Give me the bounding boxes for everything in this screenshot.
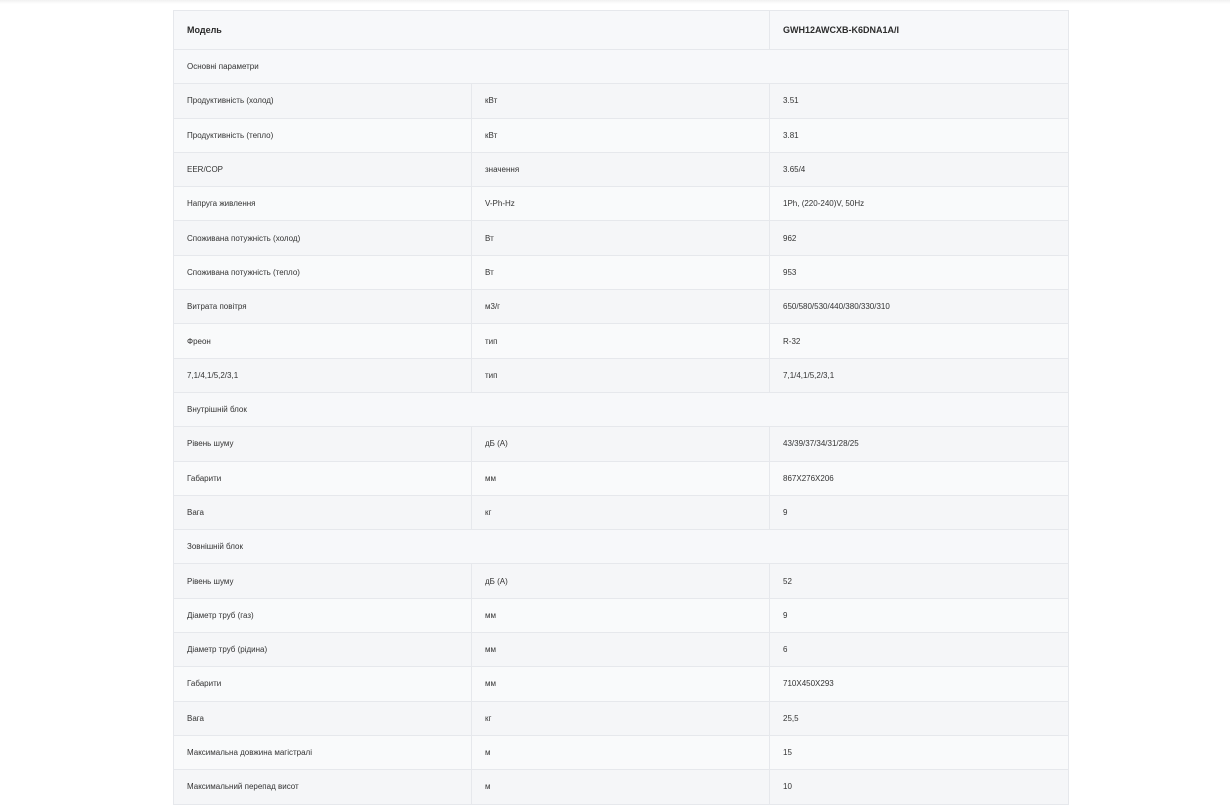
table-row: Максимальний перепад висот м 10 (173, 769, 1070, 805)
table-row: EER/COP значення 3.65/4 (173, 151, 1070, 188)
table-row: Рівень шуму дБ (А) 52 (173, 563, 1070, 599)
unit-cell: мм (470, 666, 771, 702)
parameter-cell: Максимальна довжина магістралі (173, 734, 472, 771)
value-cell: 3.51 (769, 83, 1070, 119)
parameter-cell: Фреон (173, 323, 472, 359)
section-row: Внутрішній блок (172, 391, 1070, 428)
table-row: Продуктивність (тепло) кВт 3.81 (173, 117, 1070, 153)
value-cell: 43/39/37/34/31/28/25 (769, 426, 1070, 462)
unit-cell: м (470, 769, 771, 805)
unit-cell: кг (470, 700, 771, 736)
value-cell: 962 (769, 220, 1070, 256)
parameter-cell: Габарити (173, 460, 472, 496)
unit-cell: кг (470, 494, 771, 531)
unit-cell: V-Ph-Hz (470, 186, 771, 222)
value-cell: 10 (769, 769, 1070, 805)
table-row: Витрата повітря м3/г 650/580/530/440/380/3… (173, 289, 1070, 325)
parameter-cell: Вага (173, 700, 472, 736)
value-cell: 650/580/530/440/380/330/310 (769, 289, 1070, 325)
parameter-cell: Рівень шуму (173, 426, 472, 462)
parameter-cell: Споживана потужність (холод) (173, 220, 472, 256)
section-row: Зовнішній блок (172, 529, 1070, 565)
table-row: Рівень шуму дБ (А) 43/39/37/34/31/28/25 (173, 426, 1070, 462)
section-row: Основні параметри (172, 48, 1070, 85)
value-cell: 9 (769, 494, 1070, 531)
parameter-cell: Продуктивність (холод) (173, 83, 472, 119)
table-row: Напруга живлення V-Ph-Hz 1Ph, (220-240)V, … (173, 186, 1070, 222)
specifications-table-body: Модель GWH12AWCXB-K6DNA1A/I Основні пара… (172, 10, 1070, 805)
unit-cell: м (470, 734, 771, 771)
table-row: Габарити мм 710X450X293 (173, 666, 1070, 702)
table-row: Діаметр труб (газ) мм 9 (173, 597, 1070, 634)
value-cell: 3.81 (769, 117, 1070, 153)
value-cell: 710X450X293 (769, 666, 1070, 702)
unit-cell: мм (470, 597, 771, 634)
parameter-cell: Діаметр труб (рідина) (173, 632, 472, 668)
unit-cell: Вт (470, 254, 771, 291)
parameter-cell: Споживана потужність (тепло) (173, 254, 472, 291)
unit-cell: дБ (А) (470, 563, 771, 599)
table-row: Споживана потужність (холод) Вт 962 (173, 220, 1070, 256)
table-row: 7,1/4,1/5,2/3,1 тип 7,1/4,1/5,2/3,1 (173, 357, 1070, 393)
value-cell: 3.65/4 (769, 151, 1070, 188)
unit-cell: мм (470, 460, 771, 496)
table-row: Фреон тип R-32 (173, 323, 1070, 359)
value-cell: 15 (769, 734, 1070, 771)
value-cell: 6 (769, 632, 1070, 668)
parameter-cell: EER/COP (173, 151, 472, 188)
parameter-cell: Діаметр труб (газ) (173, 597, 472, 634)
specifications-table: Модель GWH12AWCXB-K6DNA1A/I Основні пара… (172, 10, 1070, 805)
value-cell: 7,1/4,1/5,2/3,1 (769, 357, 1070, 393)
value-cell: 9 (769, 597, 1070, 634)
model-value: GWH12AWCXB-K6DNA1A/I (769, 10, 1070, 50)
value-cell: 867X276X206 (769, 460, 1070, 496)
unit-cell: кВт (470, 83, 771, 119)
table-row: Діаметр труб (рідина) мм 6 (173, 632, 1070, 668)
parameter-cell: Вага (173, 494, 472, 531)
unit-cell: тип (470, 357, 771, 393)
unit-cell: кВт (470, 117, 771, 153)
parameter-cell: Максимальний перепад висот (173, 769, 472, 805)
parameter-cell: Витрата повітря (173, 289, 472, 325)
value-cell: 52 (769, 563, 1070, 599)
table-row: Продуктивність (холод) кВт 3.51 (173, 83, 1070, 119)
parameter-cell: Напруга живлення (173, 186, 472, 222)
unit-cell: дБ (А) (470, 426, 771, 462)
parameter-cell: 7,1/4,1/5,2/3,1 (173, 357, 472, 393)
model-label: Модель (172, 10, 771, 50)
section-title: Зовнішній блок (172, 529, 1070, 565)
section-title: Основні параметри (172, 48, 1070, 85)
table-header-row: Модель GWH12AWCXB-K6DNA1A/I (172, 10, 1070, 50)
table-row: Габарити мм 867X276X206 (173, 460, 1070, 496)
value-cell: 1Ph, (220-240)V, 50Hz (769, 186, 1070, 222)
table-row: Споживана потужність (тепло) Вт 953 (173, 254, 1070, 291)
value-cell: 953 (769, 254, 1070, 291)
value-cell: 25,5 (769, 700, 1070, 736)
unit-cell: м3/г (470, 289, 771, 325)
table-row: Вага кг 9 (173, 494, 1070, 531)
parameter-cell: Продуктивність (тепло) (173, 117, 472, 153)
unit-cell: значення (470, 151, 771, 188)
parameter-cell: Рівень шуму (173, 563, 472, 599)
top-divider (0, 0, 1230, 4)
unit-cell: мм (470, 632, 771, 668)
section-title: Внутрішній блок (172, 391, 1070, 428)
unit-cell: тип (470, 323, 771, 359)
unit-cell: Вт (470, 220, 771, 256)
table-row: Максимальна довжина магістралі м 15 (173, 734, 1070, 771)
value-cell: R-32 (769, 323, 1070, 359)
parameter-cell: Габарити (173, 666, 472, 702)
table-row: Вага кг 25,5 (173, 700, 1070, 736)
